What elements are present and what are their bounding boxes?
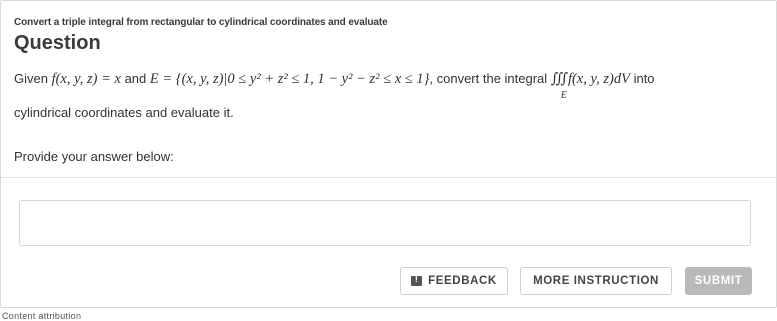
feedback-icon bbox=[411, 274, 423, 286]
question-card: Convert a triple integral from rectangul… bbox=[0, 0, 777, 308]
triple-integral: ∭ E bbox=[551, 67, 568, 101]
function-definition: f(x, y, z) = x bbox=[51, 71, 121, 87]
and-label: and bbox=[120, 71, 150, 86]
question-subtitle: Convert a triple integral from rectangul… bbox=[14, 17, 388, 28]
more-instruction-button[interactable]: MORE INSTRUCTION bbox=[520, 267, 672, 295]
content-attribution-link[interactable]: Content attribution bbox=[2, 311, 81, 321]
question-line-2: cylindrical coordinates and evaluate it. bbox=[14, 105, 234, 120]
divider bbox=[1, 177, 776, 178]
question-heading: Question bbox=[14, 32, 101, 54]
submit-button[interactable]: SUBMIT bbox=[685, 267, 752, 295]
into-label: into bbox=[629, 71, 655, 86]
region-definition: E = {(x, y, z)|0 ≤ y² + z² ≤ 1, 1 − y² −… bbox=[149, 71, 430, 87]
feedback-label: FEEDBACK bbox=[428, 275, 497, 287]
submit-label: SUBMIT bbox=[694, 275, 743, 287]
more-instruction-label: MORE INSTRUCTION bbox=[533, 275, 659, 287]
given-label: Given bbox=[14, 71, 52, 86]
answer-prompt: Provide your answer below: bbox=[14, 149, 174, 164]
feedback-button[interactable]: FEEDBACK bbox=[400, 267, 508, 295]
answer-input[interactable] bbox=[19, 200, 751, 246]
integral-region: E bbox=[560, 90, 567, 101]
question-text: Given f(x, y, z) = x and E = {(x, y, z)|… bbox=[14, 67, 764, 125]
integrand: f(x, y, z)dV bbox=[567, 71, 630, 87]
convert-label: , convert the integral bbox=[429, 71, 551, 86]
